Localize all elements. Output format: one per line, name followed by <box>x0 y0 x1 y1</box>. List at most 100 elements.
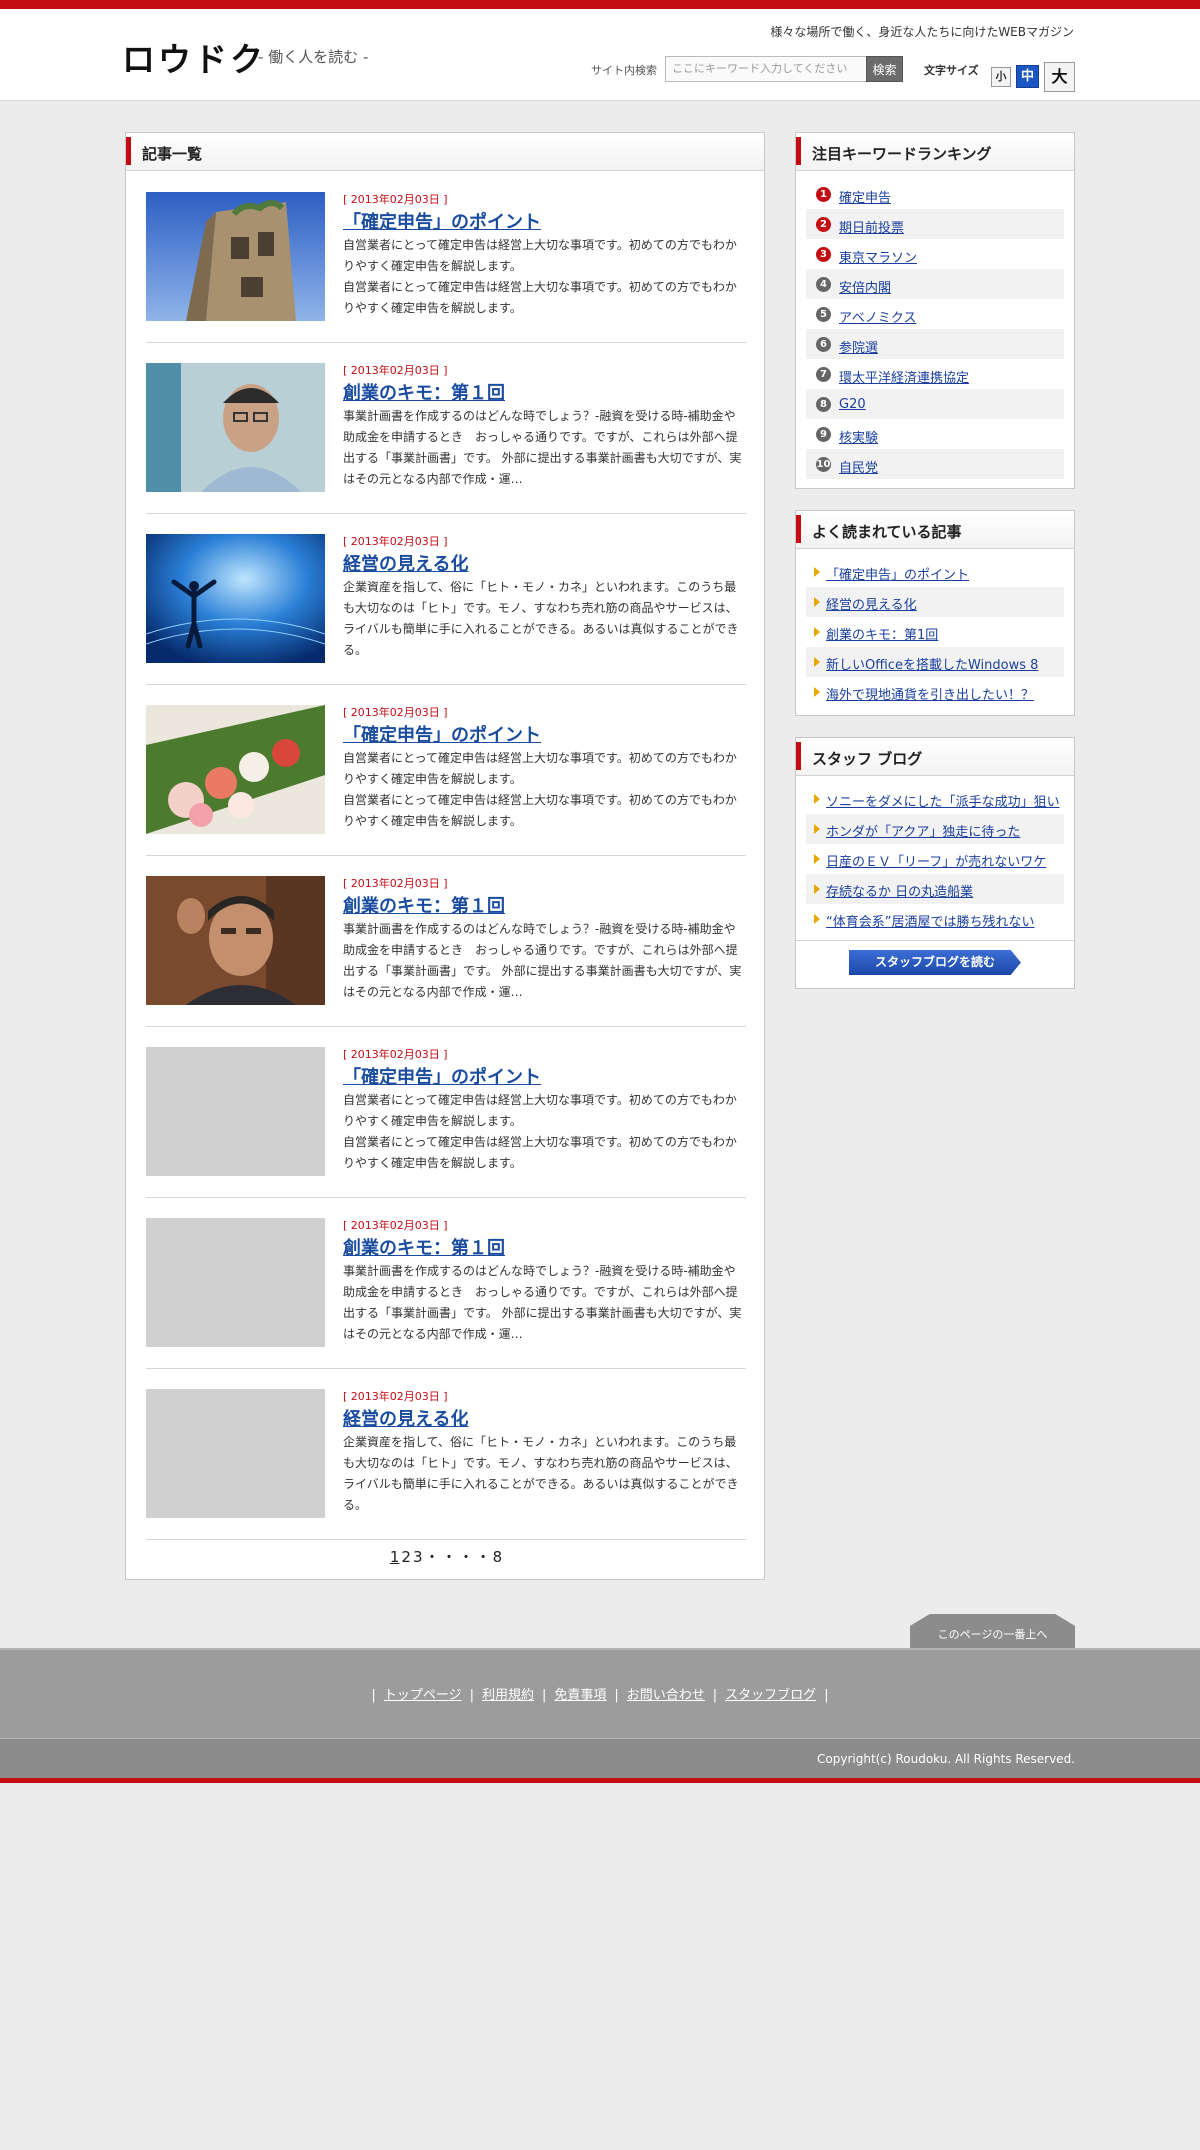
rank-number-badge: 10 <box>816 457 831 472</box>
ranking-keyword-link[interactable]: 参院選 <box>839 337 878 356</box>
staff-blog-footer: スタッフブログを読む <box>796 940 1074 986</box>
ranking-keyword-link[interactable]: アベノミクス <box>839 307 916 326</box>
font-size-large-button[interactable]: 大 <box>1044 62 1075 92</box>
article-thumbnail-placeholder[interactable] <box>146 1047 325 1176</box>
staff-blog-title: スタッフ ブログ <box>812 750 923 768</box>
ranking-keyword-link[interactable]: 確定申告 <box>839 187 891 206</box>
page-link-3[interactable]: 3 <box>413 1548 423 1566</box>
popular-article-item[interactable]: 新しいOfficeを搭載したWindows 8 <box>806 647 1064 677</box>
ranking-keyword-link[interactable]: 環太平洋経済連携協定 <box>839 367 969 386</box>
article-date: [ 2013年02月03日 ] <box>343 193 448 206</box>
article-item: [ 2013年02月03日 ] 創業のキモ：第１回 事業計画書を作成するのはどんな時… <box>146 856 746 1027</box>
read-staff-blog-button[interactable]: スタッフブログを読む <box>849 950 1021 975</box>
site-header: ロウドク - 働く人を読む - 様々な場所で働く、身近な人たちに向けたWEBマガ… <box>0 9 1200 101</box>
article-date: [ 2013年02月03日 ] <box>343 1219 448 1232</box>
search-button[interactable]: 検索 <box>866 56 903 82</box>
article-item: [ 2013年02月03日 ] 「確定申告」のポイント 自営業者にとって確定申告は経… <box>146 172 746 343</box>
ranking-item[interactable]: 7 環太平洋経済連携協定 <box>806 359 1064 389</box>
page-top-button[interactable]: このページの一番上へ <box>910 1614 1075 1648</box>
article-list-panel: 記事一覧 [ 2013年02月03日 ] 「確定申告」のポイント 自営業者にとって確… <box>125 132 765 1580</box>
arrow-right-icon <box>814 794 820 804</box>
footer-copyright-bar: Copyright(c) Roudoku. All Rights Reserve… <box>0 1738 1200 1778</box>
page-ellipsis: ・ <box>424 1548 440 1566</box>
footer-separator: | <box>541 1688 547 1703</box>
staff-blog-item[interactable]: ホンダが「アクア」独走に待った <box>806 814 1064 844</box>
staff-blog-item[interactable]: ソニーをダメにした「派手な成功」狙い <box>806 784 1064 814</box>
page-link-2[interactable]: 2 <box>401 1548 411 1566</box>
footer-link[interactable]: お問い合わせ <box>627 1688 705 1703</box>
ranking-item[interactable]: 8 G20 <box>806 389 1064 419</box>
staff-blog-item-link[interactable]: ホンダが「アクア」独走に待った <box>826 821 1020 840</box>
article-item: [ 2013年02月03日 ] 創業のキモ：第１回 事業計画書を作成するのはどんな時… <box>146 1198 746 1369</box>
article-list-header: 記事一覧 <box>126 133 764 171</box>
article-thumbnail[interactable] <box>146 705 325 834</box>
ranking-keyword-link[interactable]: 安倍内閣 <box>839 277 891 296</box>
staff-blog-item[interactable]: “体育会系”居酒屋では勝ち残れない <box>806 904 1064 934</box>
rank-number-badge: 9 <box>816 427 831 442</box>
popular-article-item-link[interactable]: 海外で現地通貨を引き出したい！？ <box>826 684 1034 703</box>
article-thumbnail[interactable] <box>146 534 325 663</box>
ranking-keyword-link[interactable]: 東京マラソン <box>839 247 917 266</box>
popular-article-item-link[interactable]: 創業のキモ：第1回 <box>826 624 938 643</box>
footer-link[interactable]: スタッフブログ <box>725 1688 816 1703</box>
popular-article-item-link[interactable]: 新しいOfficeを搭載したWindows 8 <box>826 654 1038 673</box>
article-thumbnail[interactable] <box>146 192 325 321</box>
font-size-medium-button[interactable]: 中 <box>1016 65 1039 88</box>
article-title-link[interactable]: 経営の見える化 <box>343 550 468 576</box>
popular-article-item[interactable]: 「確定申告」のポイント <box>806 557 1064 587</box>
ranking-keyword-link[interactable]: G20 <box>839 397 866 412</box>
font-size-small-button[interactable]: 小 <box>991 67 1011 87</box>
popular-article-item[interactable]: 経営の見える化 <box>806 587 1064 617</box>
ranking-item[interactable]: 1 確定申告 <box>806 179 1064 209</box>
staff-blog-item-link[interactable]: 日産のＥＶ「リーフ」が売れないワケ <box>826 851 1046 870</box>
bottom-accent-bar <box>0 1778 1200 1783</box>
footer-link[interactable]: トップページ <box>384 1688 462 1703</box>
ranking-item[interactable]: 4 安倍内閣 <box>806 269 1064 299</box>
page-link-8[interactable]: 8 <box>493 1548 503 1566</box>
article-thumbnail-placeholder[interactable] <box>146 1218 325 1347</box>
rank-number-badge: 7 <box>816 367 831 382</box>
staff-blog-item-link[interactable]: ソニーをダメにした「派手な成功」狙い <box>826 791 1060 810</box>
ranking-item[interactable]: 10 自民党 <box>806 449 1064 479</box>
article-thumbnail-placeholder[interactable] <box>146 1389 325 1518</box>
article-thumbnail[interactable] <box>146 876 325 1005</box>
article-title-link[interactable]: 「確定申告」のポイント <box>343 1063 541 1089</box>
article-title-link[interactable]: 創業のキモ：第１回 <box>343 1234 505 1260</box>
page-link-1[interactable]: 1 <box>390 1548 400 1566</box>
staff-blog-item-link[interactable]: 存続なるか 日の丸造船業 <box>826 881 973 900</box>
article-title-link[interactable]: 経営の見える化 <box>343 1405 468 1431</box>
page-ellipsis: ・ <box>441 1548 457 1566</box>
ranking-keyword-link[interactable]: 核実験 <box>839 427 878 446</box>
site-logo[interactable]: ロウドク <box>122 33 266 81</box>
top-accent-bar <box>0 0 1200 9</box>
article-title-link[interactable]: 「確定申告」のポイント <box>343 721 541 747</box>
article-thumbnail[interactable] <box>146 363 325 492</box>
article-date: [ 2013年02月03日 ] <box>343 364 448 377</box>
article-title-link[interactable]: 創業のキモ：第１回 <box>343 379 505 405</box>
search-label: サイト内検索 <box>591 64 657 77</box>
ranking-item[interactable]: 9 核実験 <box>806 419 1064 449</box>
footer-link[interactable]: 利用規約 <box>482 1688 534 1703</box>
article-title-link[interactable]: 創業のキモ：第１回 <box>343 892 505 918</box>
popular-article-item-link[interactable]: 「確定申告」のポイント <box>826 564 969 583</box>
staff-blog-item[interactable]: 日産のＥＶ「リーフ」が売れないワケ <box>806 844 1064 874</box>
arrow-right-icon <box>814 884 820 894</box>
staff-blog-item-link[interactable]: “体育会系”居酒屋では勝ち残れない <box>826 911 1034 930</box>
ranking-item[interactable]: 3 東京マラソン <box>806 239 1064 269</box>
ranking-keyword-link[interactable]: 期日前投票 <box>839 217 904 236</box>
popular-article-item[interactable]: 海外で現地通貨を引き出したい！？ <box>806 677 1064 707</box>
footer-link[interactable]: 免責事項 <box>554 1688 606 1703</box>
search-input[interactable]: ここにキーワード入力してください <box>665 56 867 82</box>
ranking-item[interactable]: 6 参院選 <box>806 329 1064 359</box>
ranking-item[interactable]: 5 アベノミクス <box>806 299 1064 329</box>
font-size-label: 文字サイズ <box>924 64 979 77</box>
footer-links: | トップページ | 利用規約 | 免責事項 | お問い合わせ | スタッフブログ | <box>0 1684 1200 1703</box>
footer-separator: | <box>824 1688 829 1703</box>
popular-article-item[interactable]: 創業のキモ：第1回 <box>806 617 1064 647</box>
ranking-item[interactable]: 2 期日前投票 <box>806 209 1064 239</box>
article-title-link[interactable]: 「確定申告」のポイント <box>343 208 541 234</box>
rank-number-badge: 5 <box>816 307 831 322</box>
staff-blog-item[interactable]: 存続なるか 日の丸造船業 <box>806 874 1064 904</box>
ranking-keyword-link[interactable]: 自民党 <box>839 457 878 476</box>
popular-article-item-link[interactable]: 経営の見える化 <box>826 594 917 613</box>
